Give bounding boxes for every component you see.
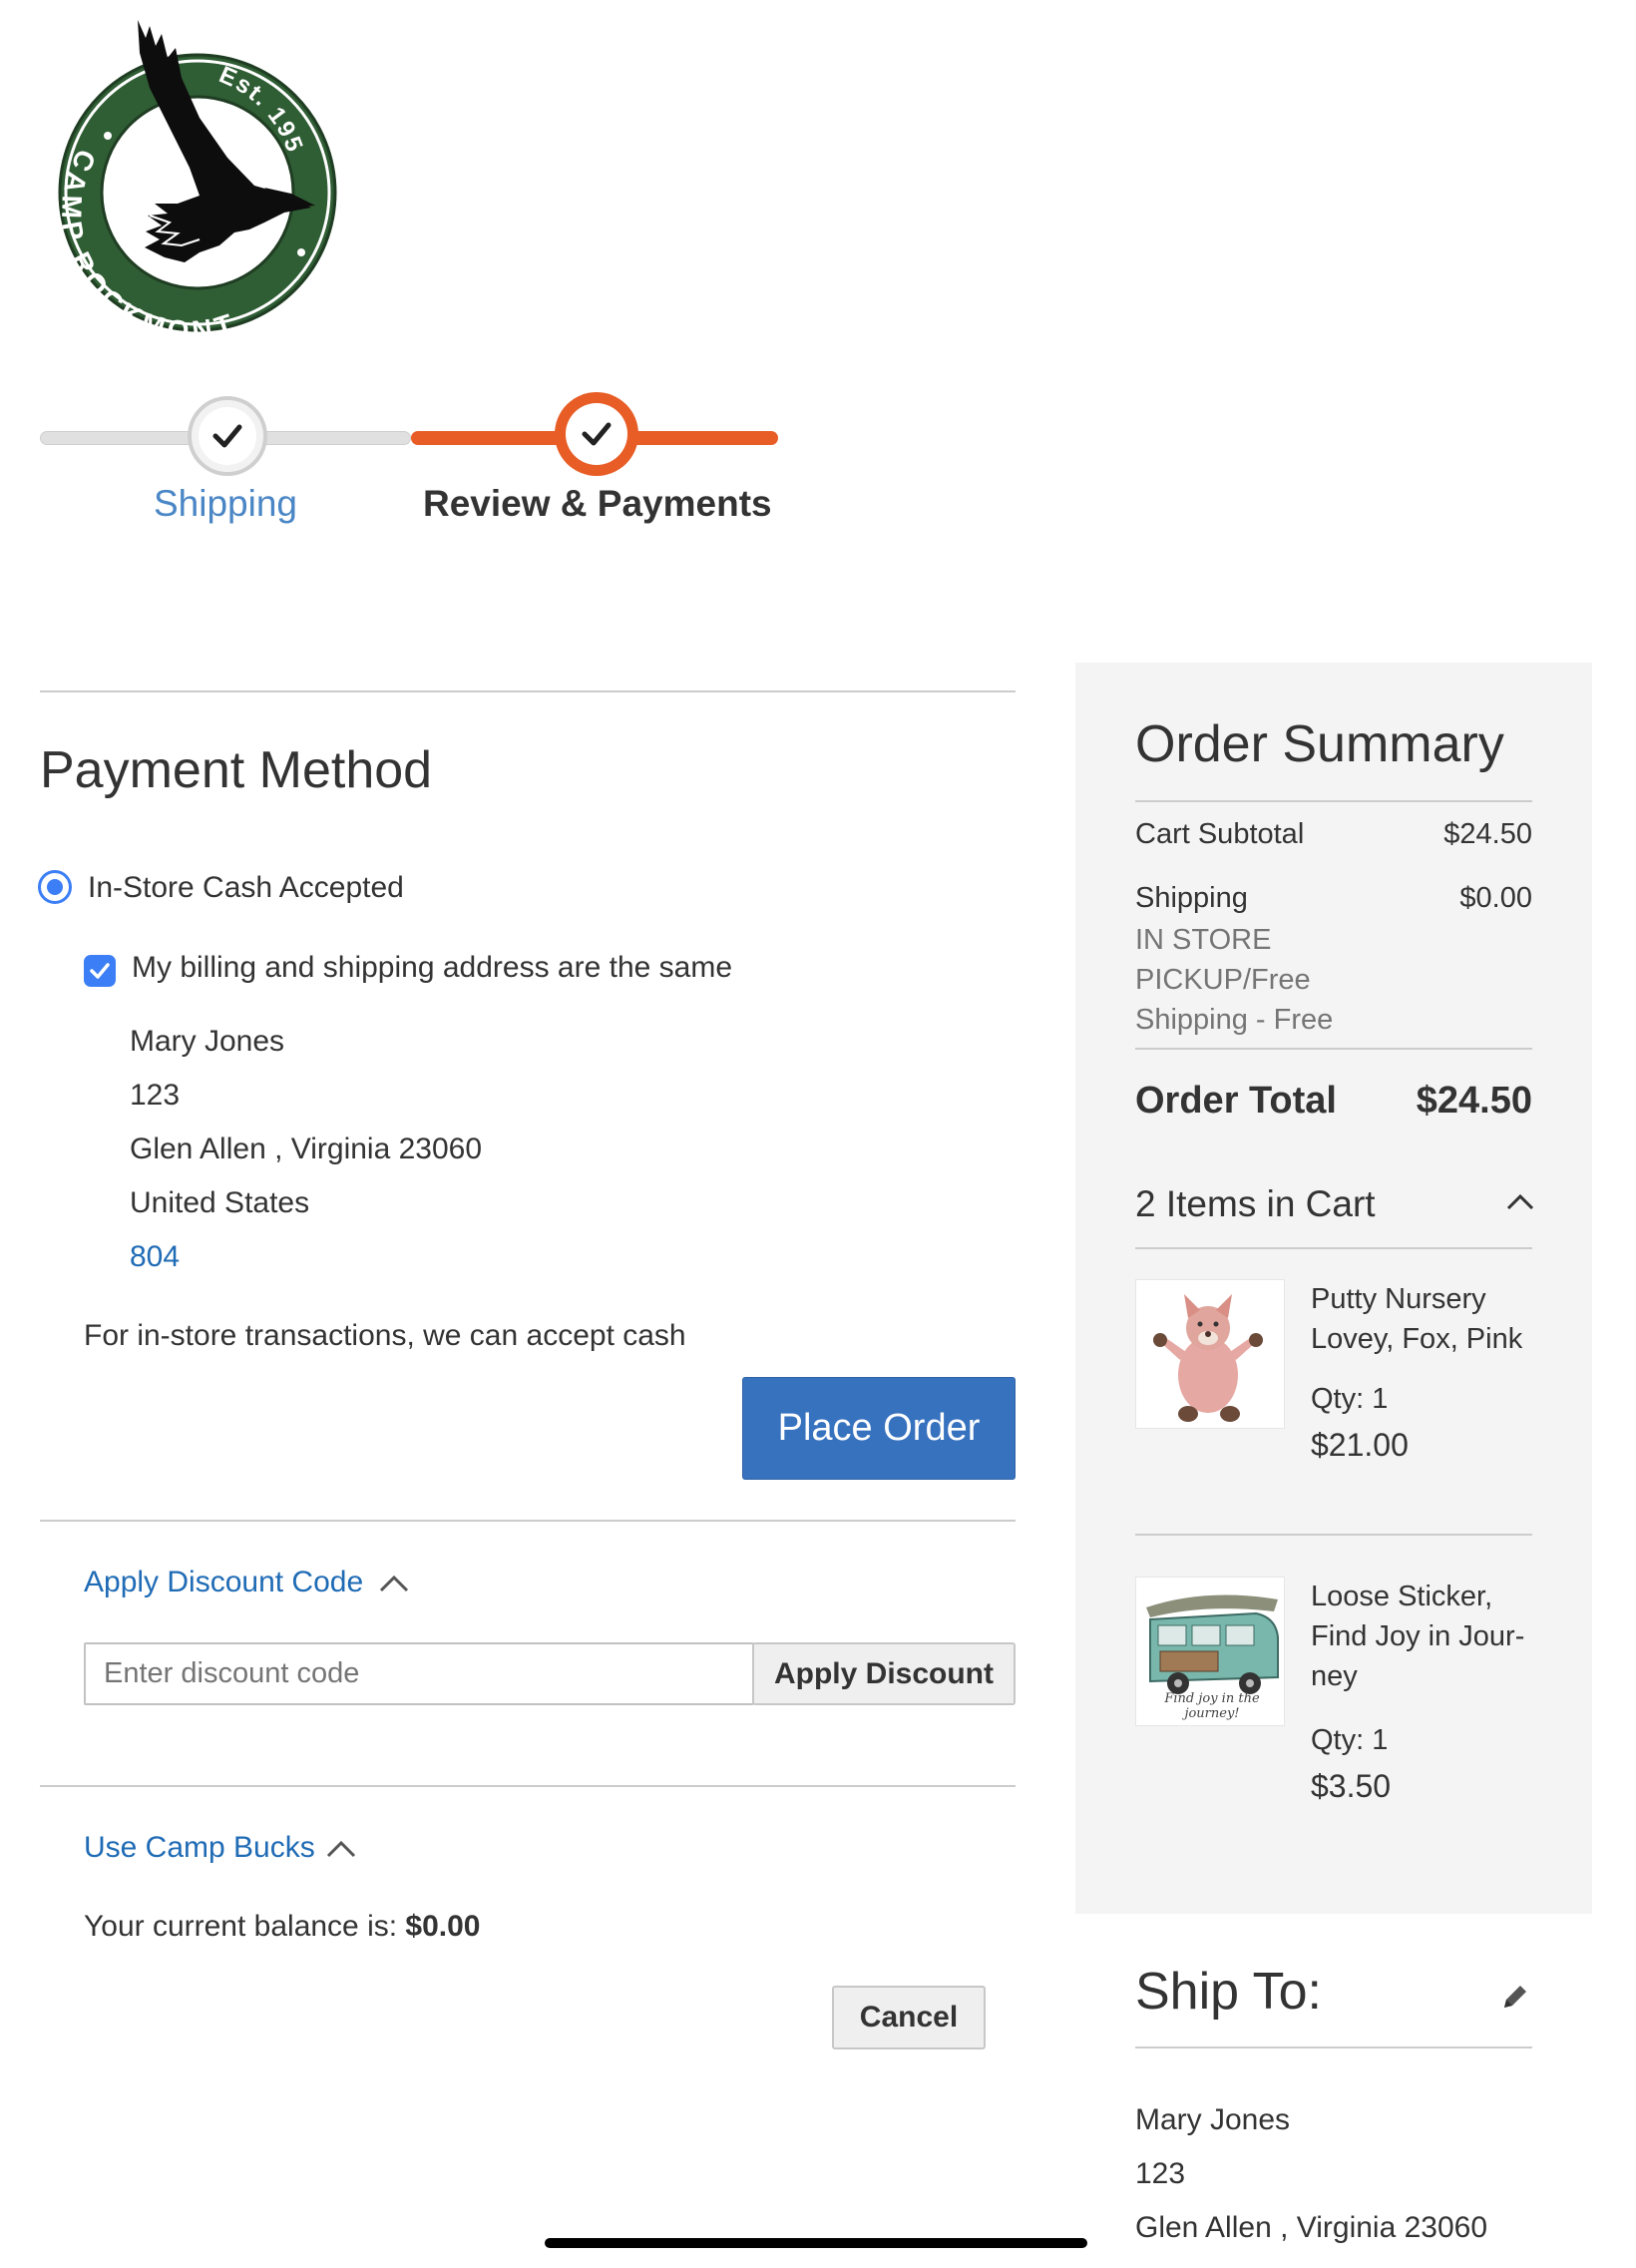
divider bbox=[1135, 1048, 1532, 1050]
cart-item: Find joy in the journey! Loose Sticker, … bbox=[1135, 1577, 1532, 1816]
order-summary-title: Order Summary bbox=[1135, 715, 1504, 773]
item-price: $21.00 bbox=[1311, 1427, 1409, 1463]
item-name[interactable]: Putty Nursery Lovey, Fox, Pink bbox=[1311, 1279, 1522, 1359]
item-qty: Qty: 1 bbox=[1311, 1383, 1389, 1415]
sticker-caption: Find joy in the journey! bbox=[1164, 1691, 1260, 1721]
chevron-up-icon[interactable] bbox=[324, 1838, 358, 1860]
same-address-label[interactable]: My billing and shipping address are the … bbox=[132, 951, 732, 985]
pencil-edit-icon[interactable] bbox=[1498, 1980, 1532, 2014]
divider bbox=[1135, 1247, 1532, 1249]
fox-plush-thumbnail[interactable] bbox=[1135, 1279, 1285, 1429]
discount-code-input[interactable] bbox=[84, 1642, 754, 1705]
subtotal-value: $24.50 bbox=[1443, 818, 1532, 850]
item-price: $3.50 bbox=[1311, 1768, 1392, 1804]
divider bbox=[40, 1520, 1016, 1522]
payment-method-label[interactable]: In-Store Cash Accepted bbox=[88, 871, 404, 905]
cancel-button[interactable]: Cancel bbox=[832, 1986, 986, 2049]
divider bbox=[40, 690, 1016, 692]
cart-item: Putty Nursery Lovey, Fox, Pink Qty: 1 $2… bbox=[1135, 1279, 1532, 1463]
item-name[interactable]: Loose Sticker, Find Joy in Jour- ney bbox=[1311, 1577, 1524, 1696]
address-city: Glen Allen , Virginia 23060 bbox=[130, 1133, 483, 1165]
divider bbox=[1135, 800, 1532, 802]
subtotal-label: Cart Subtotal bbox=[1135, 818, 1305, 850]
camp-bucks-balance: Your current balance is: $0.00 bbox=[84, 1910, 481, 1944]
billing-address: Mary Jones 123 Glen Allen , Virginia 230… bbox=[130, 1015, 482, 1284]
ship-to-address: Mary Jones 123 Glen Allen , Virginia 230… bbox=[1135, 2093, 1487, 2255]
order-total-value: $24.50 bbox=[1416, 1080, 1532, 1122]
balance-value: $0.00 bbox=[405, 1910, 481, 1943]
step-shipping-label[interactable]: Shipping bbox=[154, 483, 297, 525]
checkmark-icon bbox=[212, 424, 242, 448]
checkmark-icon bbox=[90, 963, 110, 979]
balance-label: Your current balance is: bbox=[84, 1910, 398, 1943]
shipping-value: $0.00 bbox=[1459, 882, 1532, 914]
payment-note: For in-store transactions, we can accept… bbox=[84, 1319, 686, 1352]
camp-rockmont-logo[interactable]: Est. 1956 CAMP ROCKMONT bbox=[42, 0, 379, 347]
step-shipping-circle[interactable] bbox=[188, 396, 267, 476]
apply-discount-button[interactable]: Apply Discount bbox=[752, 1642, 1016, 1705]
chevron-up-icon[interactable] bbox=[377, 1573, 411, 1594]
payment-method-title: Payment Method bbox=[40, 741, 433, 799]
payment-radio[interactable] bbox=[38, 870, 72, 904]
step-review-circle bbox=[555, 392, 638, 476]
eagle-logo: Est. 1956 CAMP ROCKMONT bbox=[42, 0, 337, 346]
item-qty: Qty: 1 bbox=[1311, 1724, 1389, 1756]
chevron-up-icon[interactable] bbox=[1504, 1190, 1536, 1212]
divider bbox=[1135, 2046, 1532, 2048]
step-review-label: Review & Payments bbox=[423, 483, 772, 524]
divider bbox=[40, 1785, 1016, 1787]
ship-to-street: 123 bbox=[1135, 2157, 1186, 2190]
camp-bucks-toggle[interactable]: Use Camp Bucks bbox=[84, 1831, 315, 1865]
home-indicator[interactable] bbox=[545, 2238, 1087, 2248]
same-address-checkbox[interactable] bbox=[84, 955, 116, 987]
shipping-label: Shipping bbox=[1135, 882, 1248, 914]
items-in-cart-toggle[interactable]: 2 Items in Cart bbox=[1135, 1183, 1376, 1225]
address-phone-link[interactable]: 804 bbox=[130, 1230, 482, 1284]
address-country: United States bbox=[130, 1186, 310, 1219]
van-sticker-thumbnail[interactable]: Find joy in the journey! bbox=[1135, 1577, 1285, 1726]
address-name: Mary Jones bbox=[130, 1025, 285, 1058]
discount-toggle[interactable]: Apply Discount Code bbox=[84, 1566, 363, 1599]
shipping-method: IN STORE PICKUP/Free Shipping - Free bbox=[1135, 924, 1334, 1036]
order-total-label: Order Total bbox=[1135, 1080, 1337, 1122]
divider bbox=[1135, 1534, 1532, 1536]
ship-to-name: Mary Jones bbox=[1135, 2103, 1291, 2136]
ship-to-title: Ship To: bbox=[1135, 1963, 1322, 2021]
checkout-progress: Shipping Review & Payments bbox=[40, 379, 778, 529]
address-street: 123 bbox=[130, 1079, 181, 1112]
checkmark-icon bbox=[582, 422, 612, 446]
ship-to-city: Glen Allen , Virginia 23060 bbox=[1135, 2211, 1488, 2244]
place-order-button[interactable]: Place Order bbox=[742, 1377, 1016, 1480]
